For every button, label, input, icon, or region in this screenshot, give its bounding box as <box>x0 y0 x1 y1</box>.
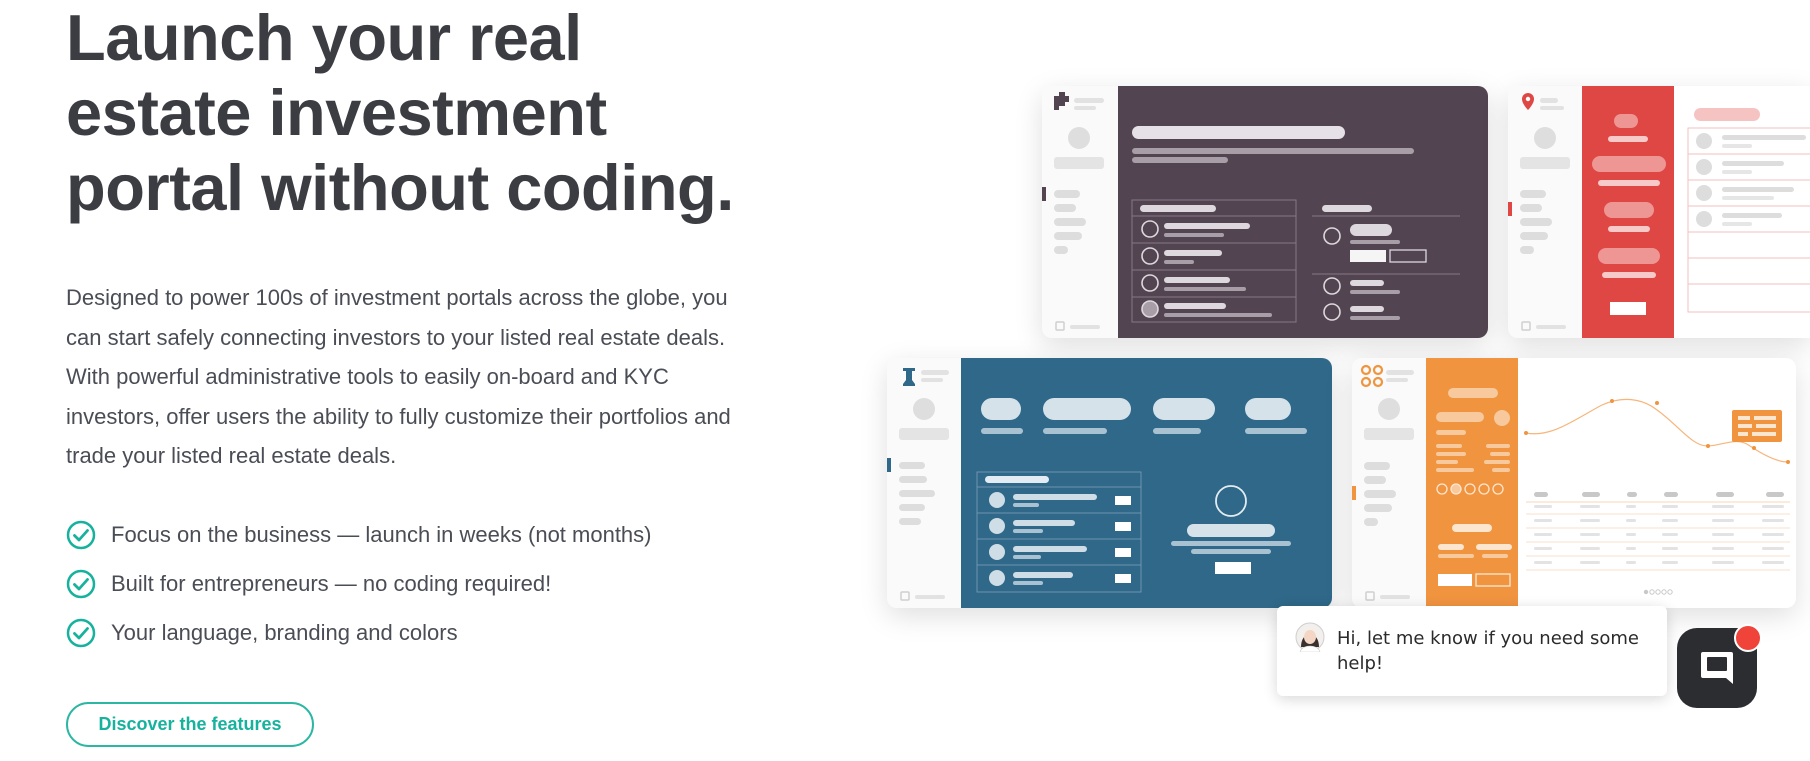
chat-bubble-icon <box>1701 652 1733 684</box>
discover-features-button[interactable]: Discover the features <box>66 702 314 747</box>
chat-message-text: Hi, let me know if you need some help! <box>1337 628 1640 674</box>
feature-label: Your language, branding and colors <box>111 620 458 645</box>
agent-avatar-icon <box>1295 622 1325 652</box>
feature-item: Focus on the business — launch in weeks … <box>66 520 652 550</box>
check-circle-icon <box>66 520 96 550</box>
hero-title: Launch your real estate investment porta… <box>66 1 734 224</box>
check-circle-icon <box>66 618 96 648</box>
feature-list: Focus on the business — launch in weeks … <box>66 520 652 667</box>
feature-label: Focus on the business — launch in weeks … <box>111 522 652 547</box>
portal-preview-blue <box>887 358 1332 608</box>
hero-description: Designed to power 100s of investment por… <box>66 285 731 468</box>
portal-preview-red <box>1508 86 1810 338</box>
notification-dot <box>1734 624 1762 652</box>
chat-message-bubble[interactable]: Hi, let me know if you need some help! <box>1277 606 1667 696</box>
feature-item: Built for entrepreneurs — no coding requ… <box>66 569 652 599</box>
portal-preview-orange <box>1352 358 1796 608</box>
check-circle-icon <box>66 569 96 599</box>
feature-item: Your language, branding and colors <box>66 618 652 648</box>
feature-label: Built for entrepreneurs — no coding requ… <box>111 571 552 596</box>
portal-preview-dark <box>1042 86 1488 338</box>
